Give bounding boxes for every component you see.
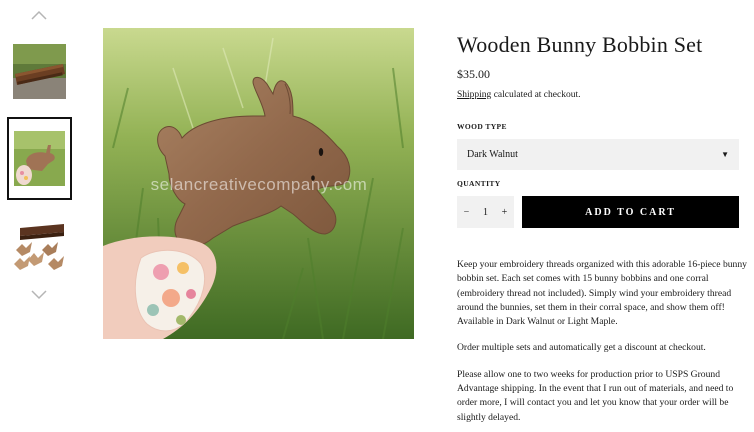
wood-type-select[interactable]: Dark Walnut ▼ xyxy=(457,139,739,170)
thumbnail-bobbins[interactable] xyxy=(12,220,67,272)
shipping-note-text: calculated at checkout. xyxy=(491,90,581,100)
add-to-cart-button[interactable]: ADD TO CART xyxy=(522,196,739,228)
product-price: $35.00 xyxy=(457,67,490,81)
shipping-link[interactable]: Shipping xyxy=(457,90,491,100)
quantity-increase-button[interactable]: + xyxy=(495,207,514,218)
description-paragraph: Keep your embroidery threads organized w… xyxy=(457,259,747,328)
quantity-stepper: − 1 + xyxy=(457,196,514,228)
caret-down-icon: ▼ xyxy=(721,150,729,159)
main-product-image[interactable]: selancreativecompany.com xyxy=(103,28,414,339)
chevron-up-icon[interactable] xyxy=(31,10,47,22)
thumbnail-corral[interactable] xyxy=(13,44,66,99)
wood-type-value: Dark Walnut xyxy=(467,149,518,160)
quantity-decrease-button[interactable]: − xyxy=(457,207,476,218)
product-title: Wooden Bunny Bobbin Set xyxy=(457,32,703,57)
description-paragraph: Order multiple sets and automatically ge… xyxy=(457,342,706,354)
thumbnail-gallery xyxy=(0,0,80,432)
quantity-label: QUANTITY xyxy=(457,179,501,188)
product-description: Keep your embroidery threads organized w… xyxy=(457,258,747,432)
shipping-note: Shipping calculated at checkout. xyxy=(457,90,739,100)
chevron-down-icon[interactable] xyxy=(31,290,47,302)
product-info: Wooden Bunny Bobbin Set $35.00 Shipping … xyxy=(457,30,747,423)
description-paragraph: Please allow one to two weeks for produc… xyxy=(457,368,734,423)
quantity-value[interactable]: 1 xyxy=(476,207,495,218)
wood-type-label: WOOD TYPE xyxy=(457,122,507,131)
thumbnail-bunny-selected[interactable] xyxy=(7,117,72,200)
watermark-text: selancreativecompany.com xyxy=(151,175,368,194)
